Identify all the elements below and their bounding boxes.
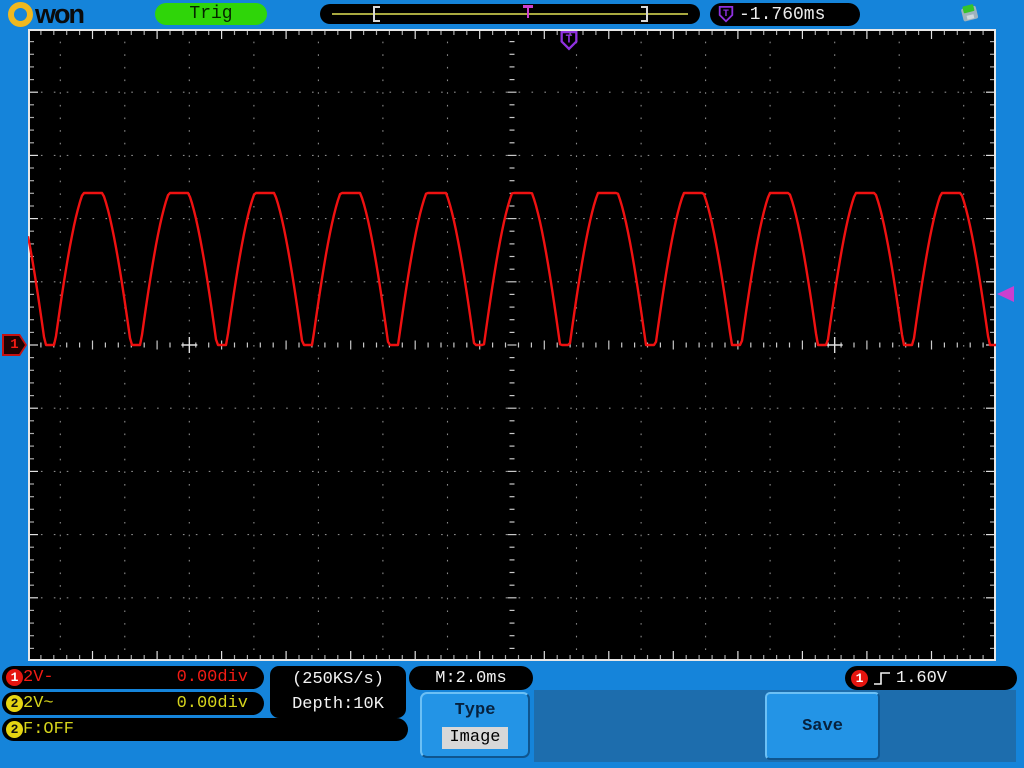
trigger-level-readout: 1 1.60V (845, 666, 1017, 690)
rising-edge-icon (874, 671, 890, 685)
trigger-offset-readout: T -1.760ms (710, 3, 860, 26)
owon-logo-text: won (35, 0, 85, 29)
timebase-readout: M:2.0ms (409, 666, 533, 690)
fft-source-badge: 2 (6, 721, 23, 738)
trigger-offset-value: -1.760ms (739, 4, 826, 25)
svg-text:T: T (723, 8, 729, 19)
trigger-horizontal-position-icon[interactable]: T (558, 30, 580, 52)
channel1-offset: 0.00div (176, 668, 248, 687)
sample-rate: (250KS/s) (292, 670, 384, 689)
trigger-level-value: 1.60V (896, 668, 948, 688)
trigger-t-shield-icon: T (718, 5, 734, 23)
channel1-position-marker[interactable]: 1 (2, 334, 27, 356)
channel2-badge: 2 (6, 695, 23, 712)
oscilloscope-screen: won Trig T -1.760ms 1 T 1 2V- 0.00div 2 … (0, 0, 1024, 768)
window-right-bracket-icon (641, 6, 648, 22)
menu-type-label: Type (454, 701, 496, 720)
record-line (332, 13, 688, 15)
fft-status-readout: 2 F:OFF (2, 718, 408, 741)
trigger-status-badge: Trig (155, 3, 267, 25)
window-left-bracket-icon (373, 6, 380, 22)
channel1-scale: 2V- (23, 668, 54, 687)
trigger-position-tick-icon (523, 5, 533, 19)
trigger-level-arrow-icon[interactable] (997, 286, 1014, 303)
trigger-source-badge: 1 (851, 669, 868, 687)
svg-text:T: T (565, 34, 572, 47)
channel2-scale: 2V~ (23, 694, 54, 713)
channel1-readout: 1 2V- 0.00div (2, 666, 264, 689)
menu-item-type[interactable]: Type Image (420, 692, 530, 758)
channel1-marker-label: 1 (10, 337, 19, 353)
channel2-readout: 2 2V~ 0.00div (2, 692, 264, 715)
menu-type-value[interactable]: Image (442, 727, 508, 749)
horizontal-position-bar[interactable] (320, 4, 700, 24)
usb-storage-icon (961, 4, 979, 22)
channel1-badge: 1 (6, 669, 23, 686)
record-depth: Depth:10K (292, 695, 384, 714)
waveform-display (28, 29, 996, 661)
owon-logo: won (8, 0, 85, 29)
save-button[interactable]: Save (765, 692, 880, 760)
channel2-offset: 0.00div (176, 694, 248, 713)
acquisition-readout: (250KS/s) Depth:10K (270, 666, 406, 718)
fft-status: F:OFF (23, 720, 75, 739)
owon-logo-o-icon (8, 1, 33, 27)
